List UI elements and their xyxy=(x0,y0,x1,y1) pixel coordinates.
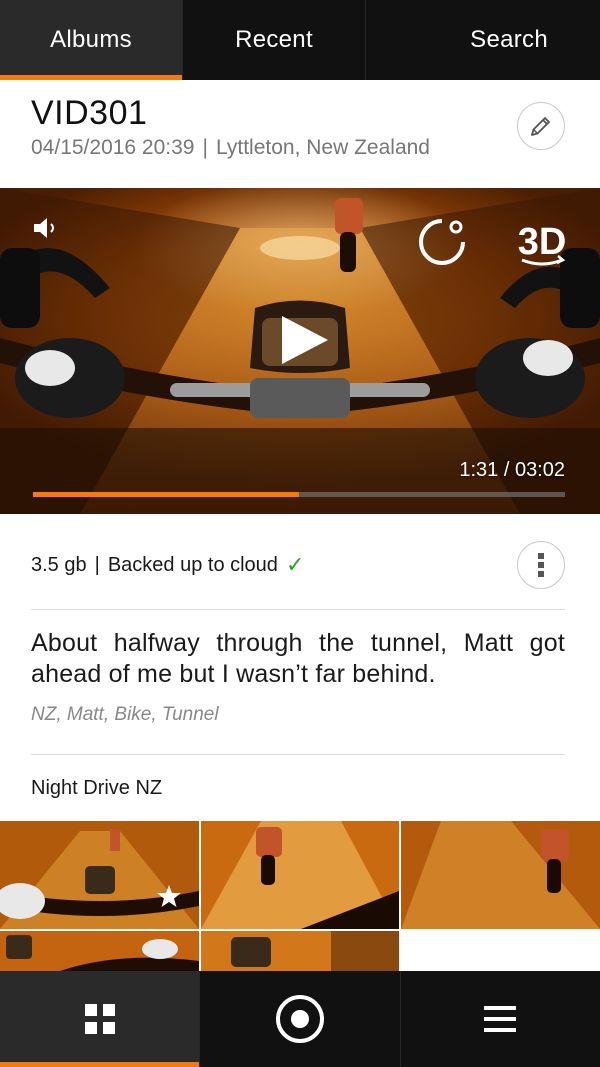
item-description: About halfway through the tunnel, Matt g… xyxy=(31,629,565,688)
thumbnail-image xyxy=(0,821,199,929)
more-options-button[interactable] xyxy=(517,541,565,589)
backup-status: Backed up to cloud xyxy=(107,553,278,576)
bottom-nav-bar xyxy=(0,971,600,1067)
file-size: 3.5 gb xyxy=(31,553,87,576)
album-thumbnail[interactable] xyxy=(201,821,399,929)
video-progress-fill xyxy=(33,492,299,497)
check-icon: ✓ xyxy=(285,552,305,577)
3d-icon[interactable]: 3D xyxy=(514,216,570,268)
edit-button[interactable] xyxy=(517,102,565,150)
volume-icon[interactable] xyxy=(32,216,60,240)
tab-albums-label: Albums xyxy=(50,26,132,53)
3d-badge-graphic: 3D xyxy=(518,221,566,266)
thumbnail-image xyxy=(0,931,199,971)
info-separator: | xyxy=(94,553,100,576)
menu-icon xyxy=(484,1006,517,1032)
item-meta: 04/15/2016 20:39 | Lyttleton, New Zealand xyxy=(31,136,430,160)
tab-search-label: Search xyxy=(470,26,548,53)
thumbnail-image xyxy=(201,931,399,971)
album-thumbnail[interactable] xyxy=(201,931,399,971)
album-name: Night Drive NZ xyxy=(31,777,163,799)
meta-separator: | xyxy=(202,136,208,159)
album-thumbnail-grid xyxy=(0,821,600,971)
thumbnail-image xyxy=(401,821,600,929)
item-header: VID301 04/15/2016 20:39 | Lyttleton, New Z… xyxy=(0,80,600,188)
album-thumbnail[interactable] xyxy=(0,931,199,971)
tab-search[interactable]: Search xyxy=(366,0,600,80)
nav-menu-button[interactable] xyxy=(401,971,600,1067)
nav-grid-button[interactable] xyxy=(0,971,201,1067)
divider xyxy=(31,754,565,755)
tab-recent-label: Recent xyxy=(235,26,313,53)
divider xyxy=(31,609,565,610)
album-thumbnail[interactable] xyxy=(0,821,199,929)
tab-recent[interactable]: Recent xyxy=(183,0,366,80)
thumbnail-image xyxy=(201,821,399,929)
item-tags: NZ, Matt, Bike, Tunnel xyxy=(31,704,219,725)
play-button[interactable] xyxy=(270,308,334,372)
favorite-star-icon[interactable] xyxy=(156,883,182,909)
record-icon xyxy=(275,995,324,1043)
grid-icon xyxy=(84,1004,115,1034)
nav-record-button[interactable] xyxy=(200,971,401,1067)
more-vertical-icon xyxy=(538,553,544,577)
rotate-icon[interactable] xyxy=(416,216,468,268)
item-title: VID301 xyxy=(31,94,148,132)
pencil-icon xyxy=(531,117,550,136)
file-info: 3.5 gb | Backed up to cloud ✓ xyxy=(31,552,304,578)
video-progress-bar[interactable] xyxy=(33,492,565,497)
item-date: 04/15/2016 20:39 xyxy=(31,136,195,159)
album-thumbnail[interactable] xyxy=(401,821,600,929)
video-player[interactable]: 3D 1:31 / 03:02 xyxy=(0,188,600,514)
video-timecode: 1:31 / 03:02 xyxy=(459,459,565,481)
top-tab-bar: Albums Recent Search xyxy=(0,0,600,80)
item-location: Lyttleton, New Zealand xyxy=(215,136,430,159)
tab-albums[interactable]: Albums xyxy=(0,0,183,80)
